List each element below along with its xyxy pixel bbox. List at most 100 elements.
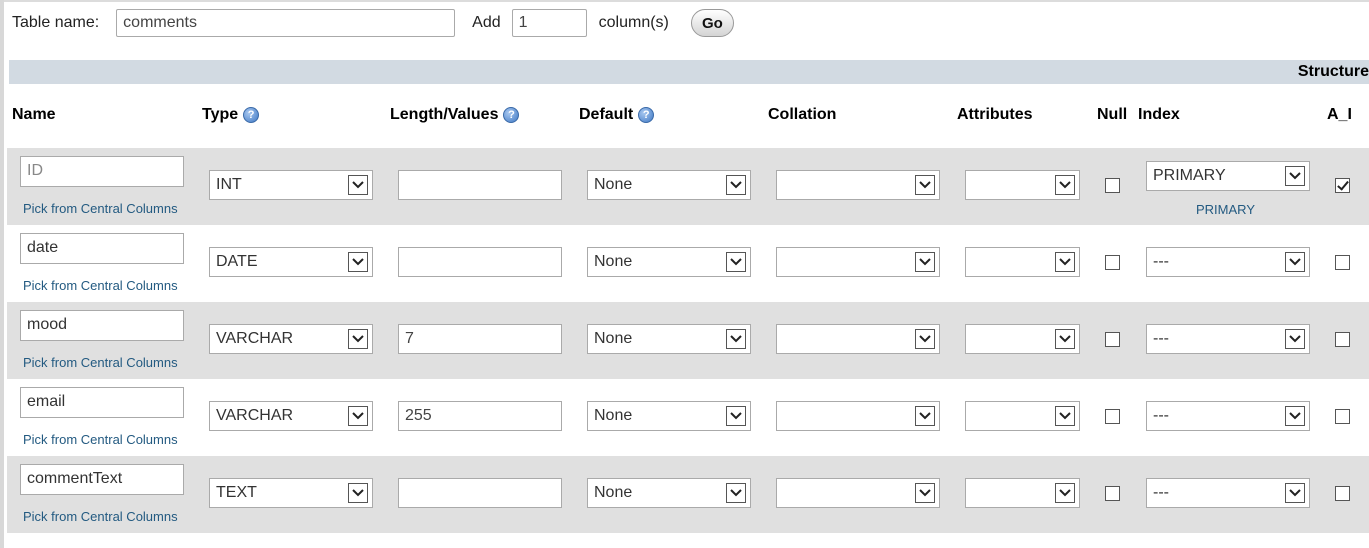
auto-increment-checkbox[interactable] — [1335, 255, 1350, 270]
chevron-down-icon — [726, 483, 746, 503]
table-row: ID Pick from Central Columns INT None PRIMAR… — [7, 148, 1369, 225]
go-button[interactable]: Go — [690, 9, 734, 37]
chevron-down-icon — [1055, 483, 1075, 503]
attributes-select[interactable] — [965, 247, 1080, 277]
header-attributes: Attributes — [957, 106, 1033, 123]
pick-from-central-columns-link[interactable]: Pick from Central Columns — [23, 432, 178, 447]
length-values-input[interactable] — [398, 478, 562, 508]
index-select[interactable]: PRIMARY — [1146, 161, 1310, 191]
index-select[interactable]: --- — [1146, 247, 1310, 277]
chevron-down-icon — [915, 406, 935, 426]
pick-from-central-columns-link[interactable]: Pick from Central Columns — [23, 509, 178, 524]
column-name-input[interactable]: ID — [20, 156, 184, 187]
null-checkbox[interactable] — [1105, 409, 1120, 424]
column-name-input[interactable]: commentText — [20, 464, 184, 495]
auto-increment-checkbox[interactable] — [1335, 332, 1350, 347]
structure-bar: Structure — [9, 60, 1369, 84]
default-select[interactable]: None — [587, 324, 751, 354]
collation-select[interactable] — [776, 247, 940, 277]
help-icon[interactable]: ? — [638, 107, 655, 123]
pick-from-central-columns-link[interactable]: Pick from Central Columns — [23, 278, 178, 293]
index-value: --- — [1153, 484, 1169, 501]
default-select[interactable]: None — [587, 170, 751, 200]
attributes-select[interactable] — [965, 324, 1080, 354]
header-auto-increment: A_I — [1327, 106, 1352, 123]
chevron-down-icon — [1285, 406, 1305, 426]
attributes-select[interactable] — [965, 401, 1080, 431]
default-select[interactable]: None — [587, 247, 751, 277]
left-border — [0, 0, 4, 548]
chevron-down-icon — [915, 175, 935, 195]
length-values-input[interactable]: 7 — [398, 324, 562, 354]
help-icon[interactable]: ? — [503, 107, 520, 123]
collation-select[interactable] — [776, 170, 940, 200]
columns-label: column(s) — [598, 14, 669, 31]
collation-select[interactable] — [776, 401, 940, 431]
table-name-toolbar: Table name: Add column(s) Go — [12, 7, 734, 39]
header-null: Null — [1097, 106, 1128, 123]
column-name-input[interactable]: email — [20, 387, 184, 418]
type-select[interactable]: TEXT — [209, 478, 373, 508]
attributes-select[interactable] — [965, 478, 1080, 508]
length-values-input[interactable] — [398, 247, 562, 277]
chevron-down-icon — [726, 406, 746, 426]
chevron-down-icon — [1285, 252, 1305, 272]
add-column-count-input[interactable] — [511, 9, 587, 37]
index-value: --- — [1153, 407, 1169, 424]
type-value: VARCHAR — [216, 330, 294, 347]
default-value: None — [594, 176, 633, 193]
index-select[interactable]: --- — [1146, 401, 1310, 431]
chevron-down-icon — [1055, 252, 1075, 272]
auto-increment-checkbox[interactable] — [1335, 409, 1350, 424]
type-select[interactable]: INT — [209, 170, 373, 200]
null-checkbox[interactable] — [1105, 178, 1120, 193]
type-value: INT — [216, 176, 242, 193]
index-primary-link[interactable]: PRIMARY — [1196, 202, 1255, 217]
chevron-down-icon — [348, 252, 368, 272]
index-select[interactable]: --- — [1146, 324, 1310, 354]
length-values-input[interactable]: 255 — [398, 401, 562, 431]
default-select[interactable]: None — [587, 401, 751, 431]
help-icon[interactable]: ? — [243, 107, 260, 123]
chevron-down-icon — [1285, 329, 1305, 349]
auto-increment-checkbox[interactable] — [1335, 486, 1350, 501]
pick-from-central-columns-link[interactable]: Pick from Central Columns — [23, 201, 178, 216]
collation-select[interactable] — [776, 478, 940, 508]
header-collation: Collation — [768, 106, 837, 123]
table-name-label: Table name: — [12, 14, 100, 31]
auto-increment-checkbox[interactable] — [1335, 178, 1350, 193]
column-name-input[interactable]: date — [20, 233, 184, 264]
chevron-down-icon — [1285, 483, 1305, 503]
length-values-input[interactable] — [398, 170, 562, 200]
table-row: mood Pick from Central Columns VARCHAR 7 Non… — [7, 302, 1369, 379]
default-value: None — [594, 484, 633, 501]
null-checkbox[interactable] — [1105, 332, 1120, 347]
default-select[interactable]: None — [587, 478, 751, 508]
chevron-down-icon — [915, 252, 935, 272]
type-select[interactable]: VARCHAR — [209, 324, 373, 354]
type-value: VARCHAR — [216, 407, 294, 424]
default-value: None — [594, 253, 633, 270]
table-name-input[interactable] — [116, 9, 456, 37]
table-row: commentText Pick from Central Columns TEXT… — [7, 456, 1369, 533]
table-row: date Pick from Central Columns DATE None --- — [7, 225, 1369, 302]
attributes-select[interactable] — [965, 170, 1080, 200]
collation-select[interactable] — [776, 324, 940, 354]
chevron-down-icon — [915, 483, 935, 503]
chevron-down-icon — [726, 252, 746, 272]
chevron-down-icon — [1055, 329, 1075, 349]
chevron-down-icon — [726, 175, 746, 195]
index-select[interactable]: --- — [1146, 478, 1310, 508]
pick-from-central-columns-link[interactable]: Pick from Central Columns — [23, 355, 178, 370]
null-checkbox[interactable] — [1105, 255, 1120, 270]
header-name: Name — [12, 106, 56, 123]
top-border — [0, 0, 1369, 2]
type-select[interactable]: DATE — [209, 247, 373, 277]
column-name-input[interactable]: mood — [20, 310, 184, 341]
header-length-values: Length/Values? — [390, 106, 520, 124]
index-value: --- — [1153, 330, 1169, 347]
chevron-down-icon — [726, 329, 746, 349]
null-checkbox[interactable] — [1105, 486, 1120, 501]
type-select[interactable]: VARCHAR — [209, 401, 373, 431]
chevron-down-icon — [348, 329, 368, 349]
